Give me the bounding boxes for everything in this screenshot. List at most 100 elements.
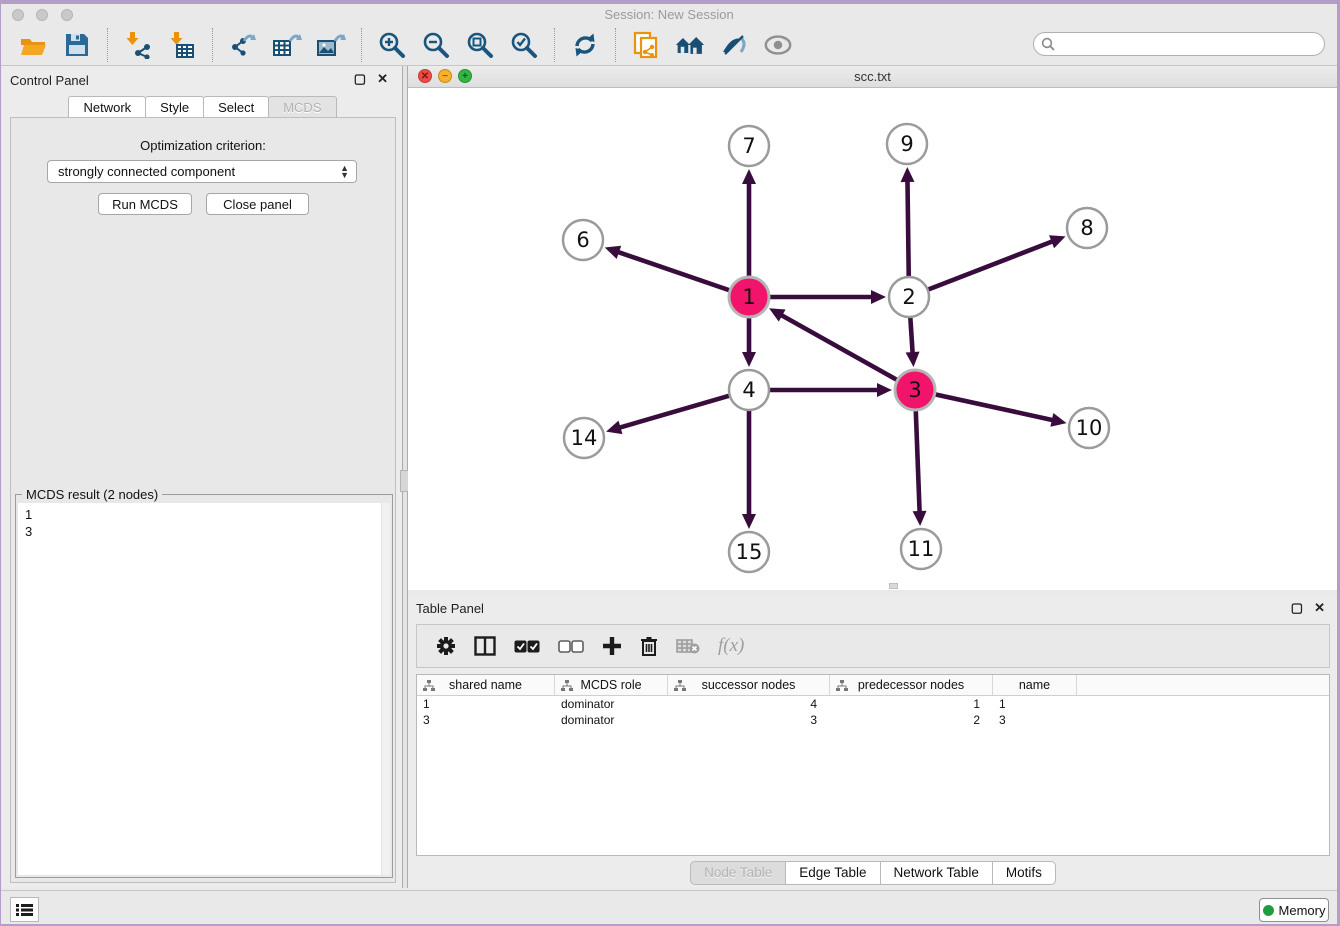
- control-panel: Control Panel ▢ ✕ Network Style Select M…: [2, 66, 402, 888]
- edge-arrowhead-icon: [877, 383, 892, 397]
- zoom-selected-icon[interactable]: [509, 30, 539, 60]
- edge-arrowhead-icon: [906, 352, 920, 367]
- cell-predecessor-nodes[interactable]: 2: [830, 712, 993, 728]
- network-node-label: 4: [742, 378, 755, 402]
- split-resize-handle[interactable]: [889, 583, 898, 589]
- cell-successor-nodes[interactable]: 4: [668, 696, 830, 712]
- float-table-panel-icon[interactable]: ▢: [1291, 600, 1303, 616]
- zoom-out-icon[interactable]: [421, 30, 451, 60]
- select-all-icon[interactable]: [514, 640, 540, 653]
- cell-name[interactable]: 1: [993, 696, 1077, 712]
- cell-predecessor-nodes[interactable]: 1: [830, 696, 993, 712]
- save-session-icon[interactable]: [62, 30, 92, 60]
- column-label: successor nodes: [702, 678, 796, 692]
- network-edge-4-14[interactable]: [619, 396, 730, 428]
- delete-column-icon[interactable]: [640, 636, 658, 656]
- edge-arrowhead-icon: [742, 169, 756, 184]
- tab-network[interactable]: Network: [68, 96, 146, 118]
- home-icon[interactable]: [675, 30, 705, 60]
- hide-graphics-details-icon[interactable]: [719, 30, 749, 60]
- table-row[interactable]: 3 dominator 3 2 3: [417, 712, 1329, 728]
- result-scrollbar[interactable]: [381, 503, 390, 875]
- network-edge-3-1[interactable]: [780, 315, 897, 381]
- tab-edge-table[interactable]: Edge Table: [785, 861, 880, 885]
- network-window-title: scc.txt: [408, 69, 1337, 84]
- delete-table-icon: [676, 638, 700, 654]
- list-icon: [16, 903, 33, 917]
- network-node-label: 9: [900, 132, 913, 156]
- network-graph[interactable]: 1234678910111415: [408, 88, 1337, 590]
- optimization-criterion-label: Optimization criterion:: [11, 138, 395, 153]
- add-column-icon[interactable]: [602, 636, 622, 656]
- cell-shared-name[interactable]: 1: [417, 696, 555, 712]
- network-edge-3-11[interactable]: [916, 410, 920, 513]
- close-panel-button[interactable]: Close panel: [206, 193, 309, 215]
- app-titlebar: Session: New Session: [1, 4, 1337, 24]
- network-edge-3-10[interactable]: [935, 394, 1054, 420]
- tab-mcds[interactable]: MCDS: [268, 96, 336, 118]
- export-image-icon[interactable]: [316, 30, 346, 60]
- float-panel-icon[interactable]: ▢: [354, 71, 366, 87]
- tab-network-table[interactable]: Network Table: [880, 861, 993, 885]
- edge-arrowhead-icon: [605, 246, 621, 259]
- edge-arrowhead-icon: [913, 511, 927, 526]
- column-type-icon: [423, 680, 435, 695]
- column-header-mcds-role[interactable]: MCDS role: [555, 675, 668, 695]
- tab-style[interactable]: Style: [145, 96, 204, 118]
- column-header-shared-name[interactable]: shared name: [417, 675, 555, 695]
- table-row[interactable]: 1 dominator 4 1 1: [417, 696, 1329, 712]
- column-header-predecessor-nodes[interactable]: predecessor nodes: [830, 675, 993, 695]
- network-window-titlebar: ✕ − + scc.txt: [408, 66, 1337, 88]
- criterion-select[interactable]: strongly connected component ▲▼: [47, 160, 357, 183]
- tab-motifs[interactable]: Motifs: [992, 861, 1056, 885]
- cell-mcds-role[interactable]: dominator: [555, 696, 668, 712]
- network-node-label: 1: [742, 285, 755, 309]
- cell-mcds-role[interactable]: dominator: [555, 712, 668, 728]
- network-edge-2-3[interactable]: [910, 317, 912, 354]
- task-history-button[interactable]: [10, 897, 39, 922]
- zoom-in-icon[interactable]: [377, 30, 407, 60]
- cell-name[interactable]: 3: [993, 712, 1077, 728]
- mcds-result-groupbox: MCDS result (2 nodes) 1 3: [15, 494, 393, 878]
- main-toolbar: [1, 24, 1337, 66]
- cell-successor-nodes[interactable]: 3: [668, 712, 830, 728]
- run-mcds-button[interactable]: Run MCDS: [98, 193, 192, 215]
- tab-node-table[interactable]: Node Table: [690, 861, 786, 885]
- cell-shared-name[interactable]: 3: [417, 712, 555, 728]
- import-network-icon[interactable]: [123, 30, 153, 60]
- network-node-label: 14: [571, 426, 598, 450]
- toolbar-separator: [361, 28, 362, 62]
- column-type-icon: [561, 680, 573, 695]
- criterion-value: strongly connected component: [58, 164, 235, 179]
- network-edge-1-6[interactable]: [617, 252, 730, 291]
- network-canvas[interactable]: 1234678910111415: [408, 88, 1337, 590]
- export-table-icon[interactable]: [272, 30, 302, 60]
- network-node-label: 10: [1076, 416, 1103, 440]
- duplicate-network-icon[interactable]: [631, 30, 661, 60]
- tab-select[interactable]: Select: [203, 96, 269, 118]
- close-table-panel-icon[interactable]: ✕: [1314, 600, 1325, 616]
- unselect-all-icon[interactable]: [558, 640, 584, 653]
- mcds-result-list[interactable]: 1 3: [18, 503, 390, 875]
- column-header-name[interactable]: name: [993, 675, 1077, 695]
- column-type-icon: [836, 680, 848, 695]
- table-tabs: Node Table Edge Table Network Table Moti…: [408, 861, 1337, 885]
- split-panel-icon[interactable]: [474, 636, 496, 656]
- close-panel-icon[interactable]: ✕: [377, 71, 388, 87]
- network-edge-2-9[interactable]: [907, 180, 908, 277]
- import-table-icon[interactable]: [167, 30, 197, 60]
- mcds-tab-content: Optimization criterion: strongly connect…: [10, 117, 396, 883]
- column-header-successor-nodes[interactable]: successor nodes: [668, 675, 830, 695]
- export-network-icon[interactable]: [228, 30, 258, 60]
- mcds-result-item: 1: [18, 503, 390, 523]
- memory-button[interactable]: Memory: [1259, 898, 1329, 922]
- settings-icon[interactable]: [436, 636, 456, 656]
- node-table[interactable]: shared name MCDS role successor nodes pr…: [416, 674, 1330, 856]
- refresh-layout-icon[interactable]: [570, 30, 600, 60]
- search-input[interactable]: [1033, 32, 1325, 56]
- zoom-fit-icon[interactable]: [465, 30, 495, 60]
- network-edge-2-8[interactable]: [928, 241, 1054, 290]
- column-label: shared name: [449, 678, 522, 692]
- open-session-icon[interactable]: [18, 30, 48, 60]
- show-graphics-details-icon[interactable]: [763, 30, 793, 60]
